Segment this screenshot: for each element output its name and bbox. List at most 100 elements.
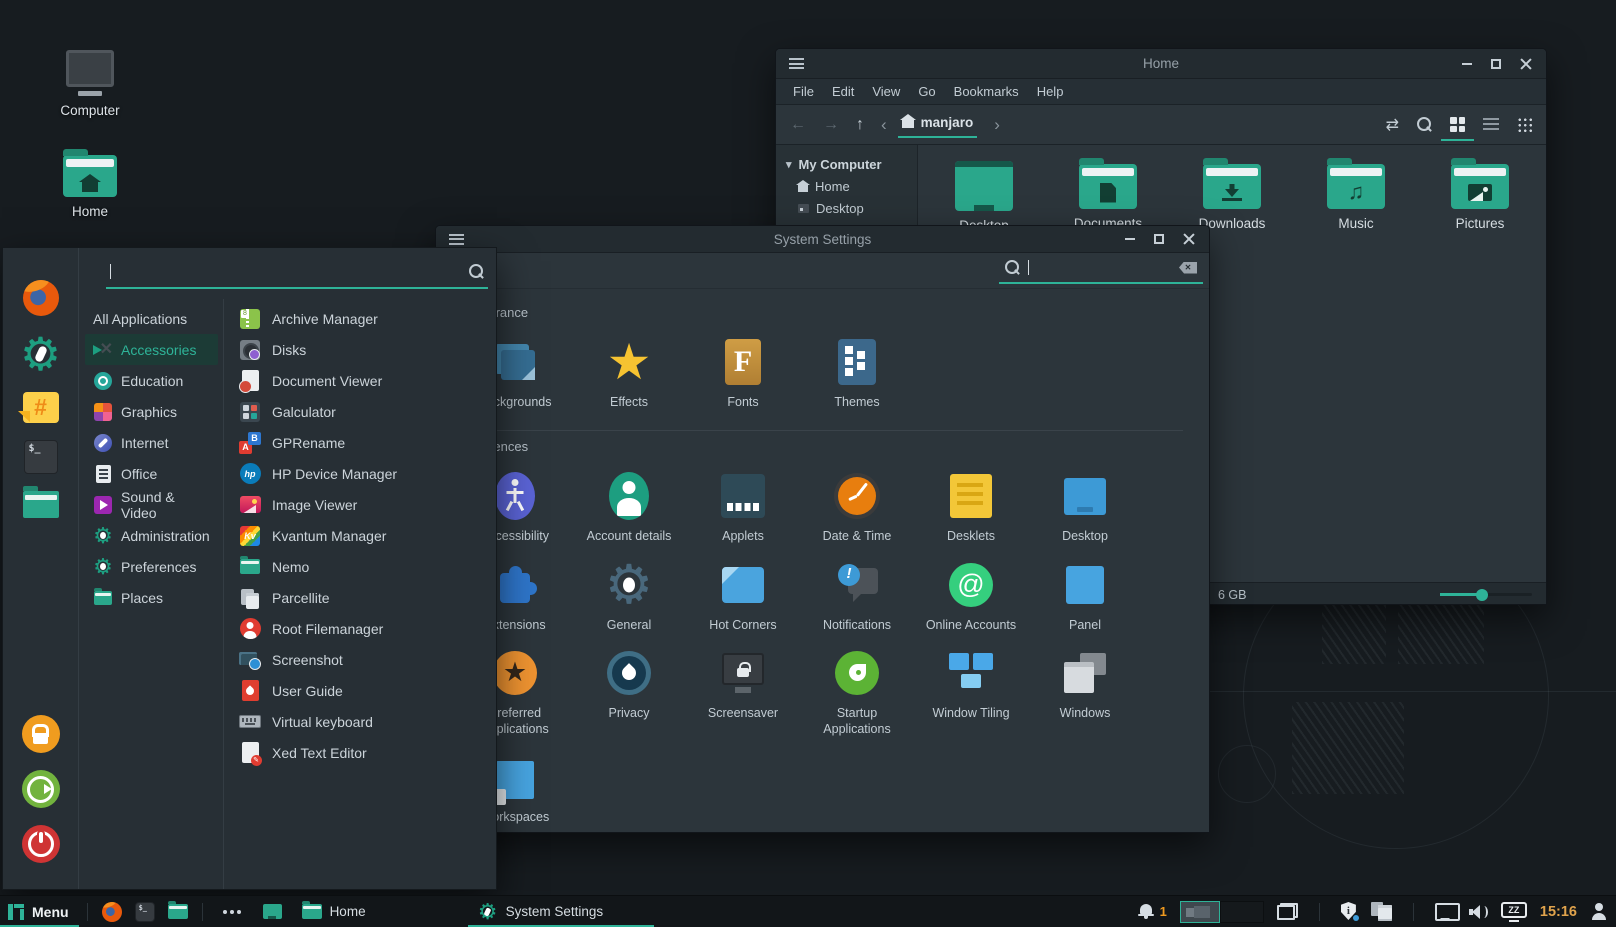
settings-item-effects[interactable]: Effects bbox=[572, 322, 686, 410]
file-manager-titlebar[interactable]: Home bbox=[776, 49, 1546, 79]
app-gprename[interactable]: GPRename bbox=[238, 427, 496, 458]
category-administration[interactable]: Administration bbox=[85, 520, 218, 551]
menu-go[interactable]: Go bbox=[909, 84, 944, 99]
sidebar-item-desktop[interactable]: Desktop bbox=[782, 197, 911, 219]
app-parcellite[interactable]: Parcellite bbox=[238, 582, 496, 613]
expander-icon[interactable]: ▾ bbox=[786, 158, 792, 171]
forward-icon[interactable]: → bbox=[823, 117, 839, 133]
user-icon[interactable] bbox=[1590, 903, 1607, 920]
settings-item-account-details[interactable]: Account details bbox=[572, 456, 686, 544]
chevron-left-icon[interactable]: ‹ bbox=[881, 116, 887, 133]
hamburger-menu-icon[interactable] bbox=[789, 58, 804, 69]
up-icon[interactable]: ↑ bbox=[856, 117, 864, 133]
compact-view-icon[interactable] bbox=[1517, 117, 1532, 132]
desktop-icon-computer[interactable]: Computer bbox=[42, 50, 138, 118]
settings-item-desklets[interactable]: Desklets bbox=[914, 456, 1028, 544]
app-xed-text-editor[interactable]: Xed Text Editor bbox=[238, 737, 496, 768]
menu-view[interactable]: View bbox=[863, 84, 909, 99]
settings-item-applets[interactable]: Applets bbox=[686, 456, 800, 544]
desktop-icon-home[interactable]: Home bbox=[42, 146, 138, 219]
close-button[interactable] bbox=[1520, 58, 1532, 70]
files-launcher-icon[interactable] bbox=[168, 904, 188, 919]
settings-search-input[interactable] bbox=[999, 257, 1203, 284]
zoom-slider[interactable] bbox=[1440, 588, 1532, 602]
app-galculator[interactable]: Galculator bbox=[238, 396, 496, 427]
firefox-launcher-icon[interactable] bbox=[23, 280, 59, 316]
settings-item-privacy[interactable]: Privacy bbox=[572, 633, 686, 738]
minimize-button[interactable] bbox=[1462, 63, 1472, 65]
category-sound-video[interactable]: Sound & Video bbox=[85, 489, 218, 520]
grouped-windows-icon[interactable] bbox=[211, 896, 253, 927]
app-image-viewer[interactable]: Image Viewer bbox=[238, 489, 496, 520]
app-document-viewer[interactable]: Document Viewer bbox=[238, 365, 496, 396]
settings-titlebar[interactable]: System Settings bbox=[436, 226, 1209, 253]
category-all-applications[interactable]: All Applications bbox=[85, 303, 218, 334]
terminal-launcher-icon[interactable] bbox=[24, 440, 58, 474]
firefox-launcher-icon[interactable] bbox=[102, 902, 122, 922]
settings-item-hot-corners[interactable]: Hot Corners bbox=[686, 545, 800, 633]
category-internet[interactable]: Internet bbox=[85, 427, 218, 458]
app-disks[interactable]: Disks bbox=[238, 334, 496, 365]
manjaro-settings-launcher-icon[interactable] bbox=[20, 333, 62, 375]
files-launcher-icon[interactable] bbox=[23, 491, 59, 518]
app-archive-manager[interactable]: Archive Manager bbox=[238, 303, 496, 334]
app-user-guide[interactable]: User Guide bbox=[238, 675, 496, 706]
category-places[interactable]: Places bbox=[85, 582, 218, 613]
workspace-2[interactable] bbox=[1220, 901, 1264, 923]
notifications-icon[interactable] bbox=[1138, 903, 1155, 920]
screensaver-inhibit-icon[interactable]: ZZ bbox=[1501, 902, 1527, 922]
workspace-1[interactable] bbox=[1180, 901, 1220, 923]
category-preferences[interactable]: Preferences bbox=[85, 551, 218, 582]
volume-icon[interactable] bbox=[1469, 904, 1488, 920]
sidebar-item-home[interactable]: Home bbox=[782, 175, 911, 197]
clipboard-manager-icon[interactable] bbox=[1371, 902, 1392, 921]
settings-item-fonts[interactable]: Fonts bbox=[686, 322, 800, 410]
settings-item-date-time[interactable]: Date & Time bbox=[800, 456, 914, 544]
settings-item-startup-applications[interactable]: Startup Applications bbox=[800, 633, 914, 738]
settings-item-windows[interactable]: Windows bbox=[1028, 633, 1142, 738]
category-graphics[interactable]: Graphics bbox=[85, 396, 218, 427]
maximize-button[interactable] bbox=[1154, 234, 1164, 244]
app-nemo[interactable]: Nemo bbox=[238, 551, 496, 582]
settings-item-panel[interactable]: Panel bbox=[1028, 545, 1142, 633]
clear-search-icon[interactable] bbox=[1179, 262, 1197, 274]
list-view-icon[interactable] bbox=[1483, 118, 1499, 132]
app-screenshot[interactable]: Screenshot bbox=[238, 644, 496, 675]
sidebar-item-my-computer[interactable]: ▾ My Computer bbox=[782, 153, 911, 175]
menu-help[interactable]: Help bbox=[1028, 84, 1073, 99]
workspace-switcher[interactable] bbox=[1180, 901, 1264, 923]
settings-item-window-tiling[interactable]: Window Tiling bbox=[914, 633, 1028, 738]
back-icon[interactable]: ← bbox=[790, 117, 806, 133]
window-quick-list-icon[interactable] bbox=[1277, 903, 1298, 920]
menu-file[interactable]: File bbox=[784, 84, 823, 99]
clock[interactable]: 15:16 bbox=[1540, 904, 1577, 920]
category-office[interactable]: Office bbox=[85, 458, 218, 489]
chat-launcher-icon[interactable] bbox=[23, 392, 59, 423]
app-kvantum-manager[interactable]: Kvantum Manager bbox=[238, 520, 496, 551]
window-button-home[interactable]: Home bbox=[292, 896, 460, 927]
settings-item-desktop[interactable]: Desktop bbox=[1028, 456, 1142, 544]
firewall-tray-icon[interactable] bbox=[1341, 902, 1358, 921]
menu-bookmarks[interactable]: Bookmarks bbox=[945, 84, 1028, 99]
settings-item-screensaver[interactable]: Screensaver bbox=[686, 633, 800, 738]
folder-pictures[interactable]: Pictures bbox=[1418, 155, 1542, 251]
lock-screen-icon[interactable] bbox=[22, 715, 60, 753]
toggle-location-entry-icon[interactable] bbox=[1386, 115, 1399, 135]
category-accessories[interactable]: Accessories bbox=[85, 334, 218, 365]
display-tray-icon[interactable] bbox=[1435, 903, 1456, 920]
hamburger-menu-icon[interactable] bbox=[449, 234, 464, 245]
slider-handle[interactable] bbox=[1476, 589, 1488, 601]
search-icon[interactable] bbox=[1417, 117, 1432, 132]
show-desktop-button[interactable] bbox=[253, 896, 292, 927]
folder-music[interactable]: Music bbox=[1294, 155, 1418, 251]
menu-search-input[interactable] bbox=[106, 261, 488, 289]
close-button[interactable] bbox=[1183, 233, 1195, 245]
window-button-system-settings[interactable]: System Settings bbox=[468, 896, 654, 927]
app-root-filemanager[interactable]: Root Filemanager bbox=[238, 613, 496, 644]
breadcrumb[interactable]: manjaro bbox=[898, 112, 978, 138]
maximize-button[interactable] bbox=[1491, 59, 1501, 69]
category-education[interactable]: Education bbox=[85, 365, 218, 396]
settings-item-themes[interactable]: Themes bbox=[800, 322, 914, 410]
settings-item-notifications[interactable]: Notifications bbox=[800, 545, 914, 633]
menu-edit[interactable]: Edit bbox=[823, 84, 863, 99]
